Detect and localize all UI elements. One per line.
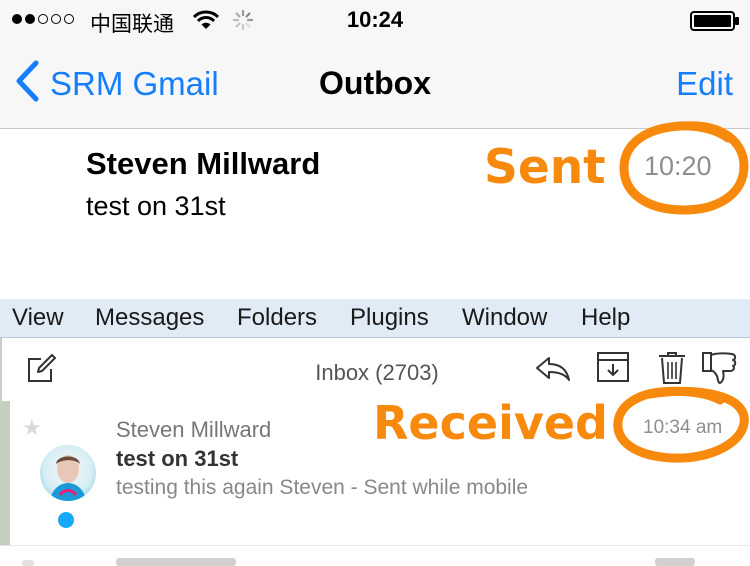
menu-folders[interactable]: Folders <box>237 304 317 332</box>
chevron-left-icon <box>14 60 40 107</box>
avatar <box>40 445 96 501</box>
app-menubar: View Messages Folders Plugins Window Hel… <box>0 299 750 338</box>
message-subject: test on 31st <box>86 191 226 221</box>
edit-button[interactable]: Edit <box>676 65 733 103</box>
unread-indicator <box>58 512 74 528</box>
trash-icon[interactable] <box>658 351 686 390</box>
message-preview: testing this again Steven - Sent while m… <box>116 476 529 499</box>
outbox-message-row[interactable]: Steven Millward test on 31st 10:20 <box>0 129 750 299</box>
star-icon[interactable]: ★ <box>22 415 42 441</box>
status-clock: 10:24 <box>346 7 404 32</box>
reply-icon[interactable] <box>535 356 571 387</box>
message-sender: Steven Millward <box>86 146 321 181</box>
inbox-title: Inbox (2703) <box>315 360 439 385</box>
back-button[interactable]: SRM Gmail <box>14 60 219 107</box>
message-sender: Steven Millward <box>116 417 272 442</box>
message-time: 10:34 am <box>643 417 723 438</box>
message-subject: test on 31st <box>116 446 239 471</box>
menu-view[interactable]: View <box>12 304 64 332</box>
back-label: SRM Gmail <box>50 64 219 102</box>
archive-icon[interactable] <box>596 351 630 388</box>
battery-icon <box>690 11 740 36</box>
status-bar: 中国联通 10:24 <box>0 0 750 40</box>
navigation-bar: SRM Gmail Outbox Edit <box>0 40 750 129</box>
unread-stripe <box>0 401 10 545</box>
next-message-row-partial[interactable] <box>0 546 750 566</box>
menu-messages[interactable]: Messages <box>95 304 204 332</box>
menu-window[interactable]: Window <box>462 304 547 332</box>
menu-help[interactable]: Help <box>581 304 630 332</box>
sent-annotation: Sent <box>484 140 606 195</box>
received-annotation: Received <box>373 396 608 450</box>
menu-plugins[interactable]: Plugins <box>350 304 429 332</box>
dislike-icon[interactable] <box>702 351 738 390</box>
message-time: 10:20 <box>644 151 712 181</box>
